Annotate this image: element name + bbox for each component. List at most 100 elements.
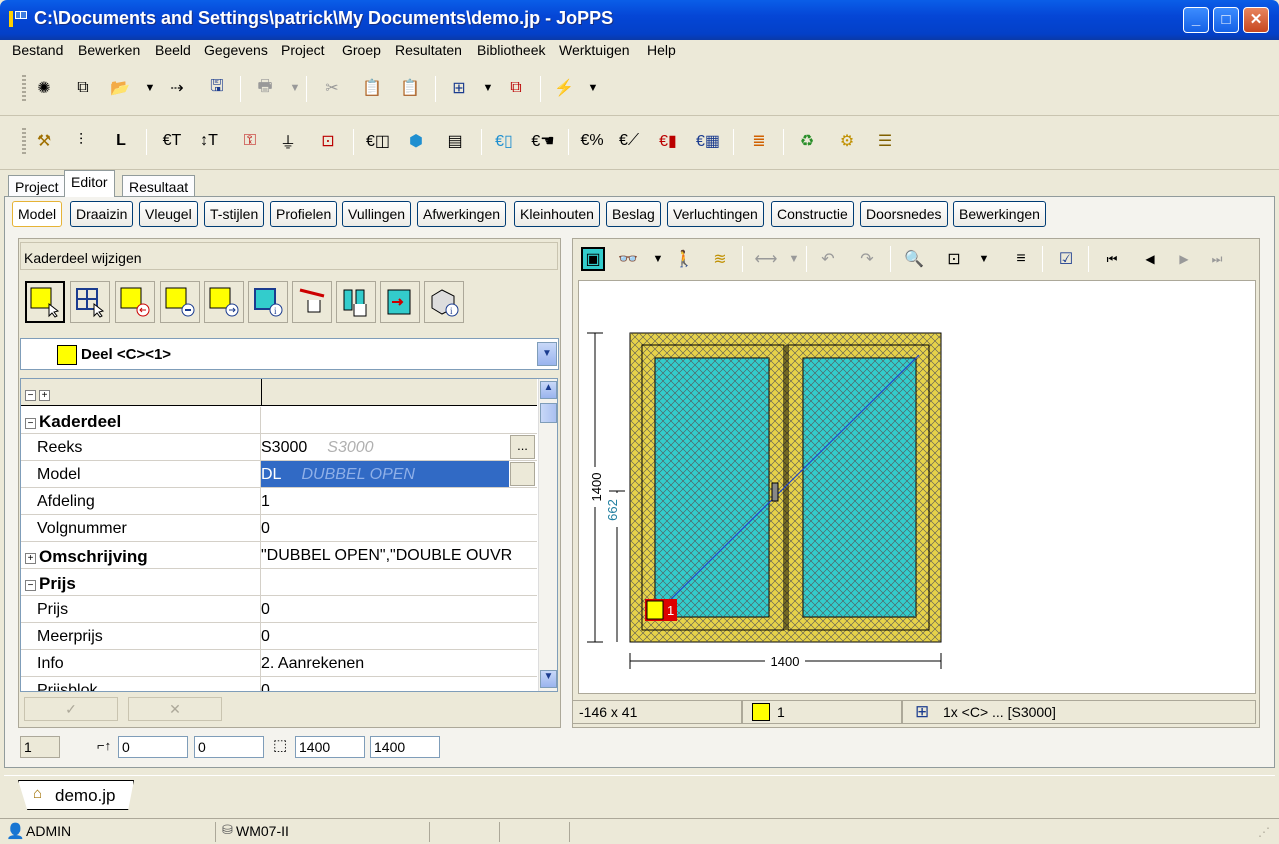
redo-icon[interactable]: ↷ — [855, 247, 879, 271]
property-value[interactable]: "DUBBEL OPEN","DOUBLE OUVR — [261, 547, 531, 565]
next-icon[interactable]: ▶ — [1172, 247, 1196, 271]
euro-table-icon[interactable]: €▦ — [696, 129, 720, 153]
euro-glass-icon[interactable]: €◫ — [366, 129, 390, 153]
tab-t-stijlen[interactable]: T-stijlen — [204, 201, 265, 227]
euro-panel-icon[interactable]: €▯ — [492, 129, 516, 153]
expand-icon[interactable]: + — [25, 553, 36, 564]
hardware-icon[interactable]: ⚿ — [238, 129, 262, 153]
scroll-up-icon[interactable]: ▲ — [540, 381, 557, 399]
undo-icon[interactable]: ↶ — [816, 247, 840, 271]
part-selector[interactable]: Deel <C><1> ▼ — [20, 338, 559, 370]
property-row[interactable]: Volgnummer 0 — [21, 515, 537, 542]
menu-bewerken[interactable]: Bewerken — [78, 42, 140, 58]
gear-icon[interactable]: ⚙ — [835, 129, 859, 153]
expand-all-icon[interactable]: + — [39, 386, 53, 402]
menu-gegevens[interactable]: Gegevens — [204, 42, 268, 58]
print-icon[interactable]: 🖶 — [253, 76, 277, 100]
print-dropdown-icon[interactable]: ▼ — [283, 76, 307, 100]
tab-vleugel[interactable]: Vleugel — [139, 201, 198, 227]
new-icon[interactable]: ✺ — [32, 76, 56, 100]
property-value[interactable]: 2. Aanrekenen — [261, 655, 531, 673]
frame-view-icon[interactable]: ▣ — [581, 247, 605, 271]
dimension-dropdown-icon[interactable]: ▼ — [782, 247, 806, 271]
layers-icon[interactable]: ▤ — [443, 129, 467, 153]
tab-project[interactable]: Project — [8, 175, 66, 196]
menu-groep[interactable]: Groep — [342, 42, 381, 58]
property-category[interactable]: − Kaderdeel — [21, 407, 537, 434]
assembly-icon[interactable]: ⏚ — [276, 129, 300, 153]
menu-bestand[interactable]: Bestand — [12, 42, 63, 58]
maximize-button[interactable]: □ — [1213, 7, 1239, 33]
open-folder-icon[interactable]: 📂 — [108, 76, 132, 100]
property-category[interactable]: − Prijs — [21, 569, 537, 596]
profile-section-icon[interactable]: ⫶ — [69, 129, 93, 153]
select-part-tool[interactable] — [25, 281, 65, 323]
part-info-tool[interactable]: i — [424, 281, 464, 323]
property-row[interactable]: Afdeling 1 — [21, 488, 537, 515]
minimize-button[interactable]: _ — [1183, 7, 1209, 33]
property-row[interactable]: Prijs 0 — [21, 596, 537, 623]
t-dim-icon[interactable]: ↕T — [197, 129, 221, 153]
resize-grip-icon[interactable]: ⋰ — [1258, 825, 1270, 839]
remove-left-tool[interactable] — [115, 281, 155, 323]
move-profile-tool[interactable] — [336, 281, 376, 323]
check-lightning-icon[interactable]: ☑ — [1054, 247, 1078, 271]
dropdown-arrow-icon[interactable]: ▼ — [537, 342, 557, 366]
property-value[interactable]: 1 — [261, 493, 531, 511]
property-row[interactable]: Reeks S3000 S3000... — [21, 434, 537, 461]
euro-chart-icon[interactable]: €⟋ — [617, 129, 641, 153]
fit-dropdown-icon[interactable]: ▼ — [972, 247, 996, 271]
tab-beslag[interactable]: Beslag — [606, 201, 661, 227]
tab-kleinhouten[interactable]: Kleinhouten — [514, 201, 600, 227]
lightning-icon[interactable]: ⚡ — [552, 76, 576, 100]
width-field[interactable]: 1400 — [295, 736, 365, 758]
menu-resultaten[interactable]: Resultaten — [395, 42, 462, 58]
menu-werktuigen[interactable]: Werktuigen — [559, 42, 630, 58]
import-icon[interactable]: ⇢ — [165, 76, 189, 100]
property-value[interactable]: 0 — [261, 520, 531, 538]
zoom-icon[interactable]: 🔍 — [902, 247, 926, 271]
property-row[interactable]: Prijsblok 0 — [21, 677, 537, 691]
browse-button[interactable]: ... — [510, 435, 535, 459]
close-button[interactable]: ✕ — [1243, 7, 1269, 33]
delete-profile-tool[interactable] — [292, 281, 332, 323]
scroll-down-icon[interactable]: ▼ — [540, 670, 557, 688]
scroll-thumb[interactable] — [540, 403, 557, 423]
list-icon[interactable]: ≣ — [747, 129, 771, 153]
tab-verluchtingen[interactable]: Verluchtingen — [667, 201, 764, 227]
tab-resultaat[interactable]: Resultaat — [122, 175, 196, 196]
menu-help[interactable]: Help — [647, 42, 676, 58]
last-icon[interactable]: ⏭ — [1205, 247, 1229, 271]
property-row[interactable]: Info 2. Aanrekenen — [21, 650, 537, 677]
paste-special-icon[interactable]: 📋 — [398, 76, 422, 100]
grid-select-tool[interactable] — [70, 281, 110, 323]
euro-percent-icon[interactable]: €% — [580, 129, 604, 153]
glasses-dropdown-icon[interactable]: ▼ — [646, 247, 670, 271]
copy-document-icon[interactable]: ⧉ — [71, 76, 95, 100]
tab-constructie[interactable]: Constructie — [771, 201, 854, 227]
paste-icon[interactable]: 📋 — [360, 76, 384, 100]
collapse-all-icon[interactable]: − — [25, 386, 39, 402]
remove-part-tool[interactable] — [160, 281, 200, 323]
collapse-icon[interactable]: − — [25, 580, 36, 591]
tab-doorsnedes[interactable]: Doorsnedes — [860, 201, 948, 227]
tab-afwerkingen[interactable]: Afwerkingen — [417, 201, 507, 227]
property-row[interactable]: Meerprijs 0 — [21, 623, 537, 650]
dimension-info-tool[interactable]: i — [248, 281, 288, 323]
property-row[interactable]: Model DL DUBBEL OPEN — [21, 461, 537, 488]
property-value[interactable]: DL DUBBEL OPEN — [261, 466, 531, 484]
select-dropdown-icon[interactable]: ▼ — [476, 76, 500, 100]
height-field[interactable]: 1400 — [370, 736, 440, 758]
x-field[interactable]: 0 — [118, 736, 188, 758]
fit-icon[interactable]: ⊡ — [942, 247, 966, 271]
tab-editor[interactable]: Editor — [64, 170, 115, 197]
stack-icon[interactable]: ☰ — [873, 129, 897, 153]
glasses-icon[interactable]: 👓 — [616, 247, 640, 271]
person-icon[interactable]: 🚶 — [672, 247, 696, 271]
euro-profile-icon[interactable]: €T — [160, 129, 184, 153]
first-icon[interactable]: ⏮ — [1100, 247, 1124, 271]
previous-icon[interactable]: ◀ — [1138, 247, 1162, 271]
collapse-icon[interactable]: − — [25, 418, 36, 429]
property-value[interactable]: 0 — [261, 628, 531, 646]
confirm-button[interactable]: ✓ — [24, 697, 118, 721]
